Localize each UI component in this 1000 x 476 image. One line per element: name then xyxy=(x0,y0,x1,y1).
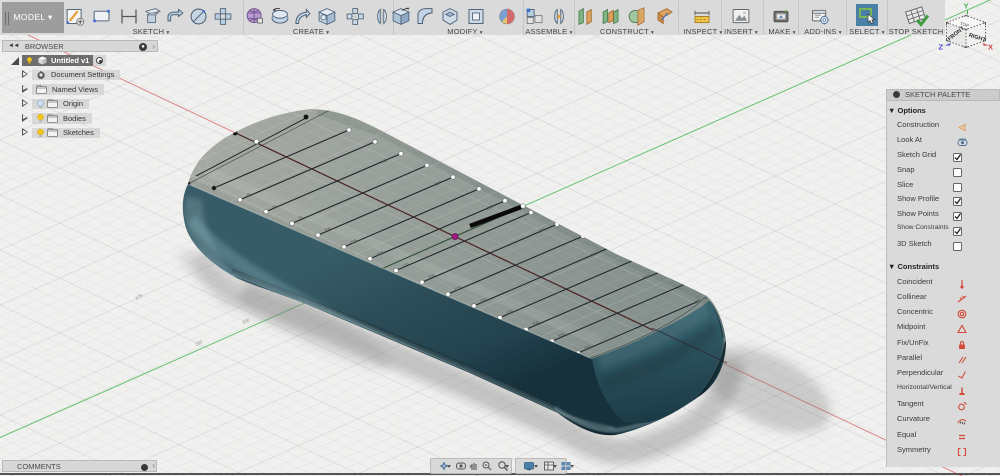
svg-text:Y: Y xyxy=(964,2,969,11)
svg-text:X: X xyxy=(988,43,993,52)
svg-text:Z: Z xyxy=(939,43,944,52)
